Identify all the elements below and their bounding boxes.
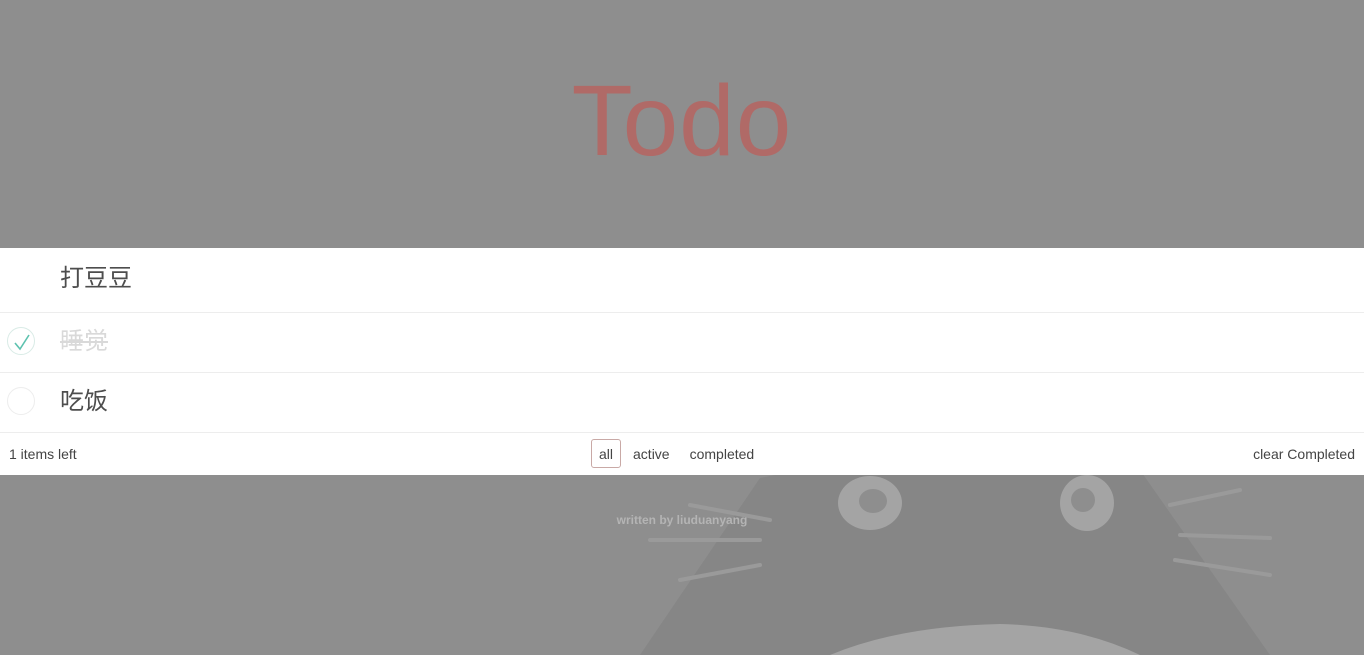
todo-item[interactable]: 睡觉 [0, 313, 1364, 373]
todo-item-label[interactable]: 睡觉 [60, 326, 108, 358]
author-credit: written by liuduanyang [616, 513, 748, 527]
todo-item[interactable]: 打豆豆 [0, 248, 1364, 313]
filter-completed-button[interactable]: completed [682, 439, 763, 468]
filter-group: all active completed [591, 439, 762, 468]
items-left-count: 1 items left [9, 446, 77, 462]
app-stage: Todo 打豆豆 睡觉 吃饭 1 items left all active c… [0, 0, 1364, 655]
clear-completed-button[interactable]: clear Completed [1253, 446, 1355, 462]
check-icon [14, 334, 30, 351]
app-title: Todo [571, 65, 793, 177]
filter-active-button[interactable]: active [625, 439, 678, 468]
todo-item-label[interactable]: 吃饭 [60, 386, 108, 418]
todo-item-label[interactable]: 打豆豆 [60, 263, 132, 295]
todo-toggle-checkbox[interactable] [7, 327, 35, 355]
todo-footer: 1 items left all active completed clear … [0, 433, 1364, 475]
todo-item[interactable]: 吃饭 [0, 373, 1364, 433]
filter-all-button[interactable]: all [591, 439, 622, 468]
todo-list-panel: 打豆豆 睡觉 吃饭 1 items left all active comple… [0, 248, 1364, 475]
todo-toggle-checkbox[interactable] [7, 387, 35, 415]
